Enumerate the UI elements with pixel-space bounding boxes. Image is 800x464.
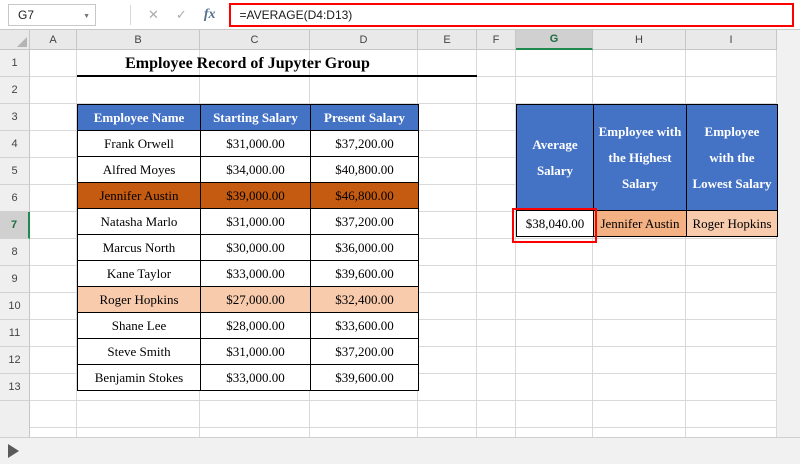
table-row-highlight-lowest: Roger Hopkins $27,000.00 $32,400.00	[77, 286, 419, 313]
cell-starting[interactable]: $31,000.00	[200, 208, 311, 235]
column-header-F[interactable]: F	[477, 30, 516, 50]
title-underline	[77, 75, 477, 77]
cell-starting[interactable]: $33,000.00	[200, 260, 311, 287]
cell-starting[interactable]: $34,000.00	[200, 156, 311, 183]
summary-table: Average Salary Employee with the Highest…	[516, 104, 778, 237]
formula-bar: G7 ▼ ✕ ✓ fx =AVERAGE(D4:D13)	[0, 0, 800, 30]
cell-present[interactable]: $32,400.00	[310, 286, 419, 313]
row-header-13[interactable]: 13	[0, 374, 30, 401]
cell-starting[interactable]: $31,000.00	[200, 338, 311, 365]
row-header-12[interactable]: 12	[0, 347, 30, 374]
name-box-value: G7	[18, 7, 35, 22]
header-lowest-employee[interactable]: Employee with the Lowest Salary	[686, 104, 778, 211]
cell-starting[interactable]: $28,000.00	[200, 312, 311, 339]
row-header-8[interactable]: 8	[0, 239, 30, 266]
column-header-G-selected[interactable]: G	[516, 30, 593, 50]
cell-average-salary-G7[interactable]: $38,040.00	[516, 210, 594, 237]
summary-header-row: Average Salary Employee with the Highest…	[516, 104, 778, 211]
row-header-3[interactable]: 3	[0, 104, 30, 131]
cell-name[interactable]: Steve Smith	[77, 338, 201, 365]
column-header-B[interactable]: B	[77, 30, 200, 50]
column-header-C[interactable]: C	[200, 30, 310, 50]
cell-name[interactable]: Shane Lee	[77, 312, 201, 339]
cell-name[interactable]: Natasha Marlo	[77, 208, 201, 235]
cell-starting[interactable]: $27,000.00	[200, 286, 311, 313]
cell-present[interactable]: $37,200.00	[310, 130, 419, 157]
column-header-A[interactable]: A	[30, 30, 77, 50]
cell-name[interactable]: Roger Hopkins	[77, 286, 201, 313]
row-header-7-selected[interactable]: 7	[0, 212, 30, 239]
cell-present[interactable]: $37,200.00	[310, 338, 419, 365]
cell-lowest-employee[interactable]: Roger Hopkins	[686, 210, 778, 237]
employee-table: Employee Name Starting Salary Present Sa…	[77, 104, 419, 391]
cell-name[interactable]: Jennifer Austin	[77, 182, 201, 209]
column-header-D[interactable]: D	[310, 30, 418, 50]
cell-present[interactable]: $37,200.00	[310, 208, 419, 235]
row-header-10[interactable]: 10	[0, 293, 30, 320]
cell-name[interactable]: Benjamin Stokes	[77, 364, 201, 391]
cell-name[interactable]: Kane Taylor	[77, 260, 201, 287]
table-row: Kane Taylor $33,000.00 $39,600.00	[77, 260, 419, 287]
name-box[interactable]: G7 ▼	[8, 3, 96, 26]
select-all-corner[interactable]	[0, 30, 30, 50]
column-header-I[interactable]: I	[686, 30, 777, 50]
sheet-tab-scroll-icon[interactable]	[8, 444, 19, 458]
table-row: Marcus North $30,000.00 $36,000.00	[77, 234, 419, 261]
excel-window: G7 ▼ ✕ ✓ fx =AVERAGE(D4:D13) A B C D E F…	[0, 0, 800, 464]
cell-present[interactable]: $39,600.00	[310, 364, 419, 391]
row-header-11[interactable]: 11	[0, 320, 30, 347]
row-header-filler	[0, 401, 30, 437]
cell-highest-employee[interactable]: Jennifer Austin	[593, 210, 687, 237]
row-header-9[interactable]: 9	[0, 266, 30, 293]
cell-present[interactable]: $33,600.00	[310, 312, 419, 339]
table-row-highlight-highest: Jennifer Austin $39,000.00 $46,800.00	[77, 182, 419, 209]
table-row: Shane Lee $28,000.00 $33,600.00	[77, 312, 419, 339]
header-average-salary[interactable]: Average Salary	[516, 104, 594, 211]
cell-name[interactable]: Alfred Moyes	[77, 156, 201, 183]
column-header-E[interactable]: E	[418, 30, 477, 50]
formula-bar-separator	[130, 4, 131, 25]
cancel-icon[interactable]: ✕	[148, 8, 159, 21]
cell-present[interactable]: $46,800.00	[310, 182, 419, 209]
summary-value-row: $38,040.00 Jennifer Austin Roger Hopkins	[516, 210, 778, 237]
sheet-title[interactable]: Employee Record of Jupyter Group	[77, 51, 418, 76]
row-headers: 1 2 3 4 5 6 7 8 9 10 11 12 13	[0, 50, 30, 437]
column-header-H[interactable]: H	[593, 30, 686, 50]
cell-present[interactable]: $39,600.00	[310, 260, 419, 287]
header-present-salary[interactable]: Present Salary	[310, 104, 419, 131]
column-headers: A B C D E F G H I	[0, 30, 777, 50]
enter-icon[interactable]: ✓	[176, 8, 187, 21]
cell-name[interactable]: Marcus North	[77, 234, 201, 261]
row-header-2[interactable]: 2	[0, 77, 30, 104]
cell-starting[interactable]: $30,000.00	[200, 234, 311, 261]
row-header-1[interactable]: 1	[0, 50, 30, 77]
employee-table-header-row: Employee Name Starting Salary Present Sa…	[77, 104, 419, 131]
cell-present[interactable]: $40,800.00	[310, 156, 419, 183]
cell-name[interactable]: Frank Orwell	[77, 130, 201, 157]
row-header-4[interactable]: 4	[0, 131, 30, 158]
row-header-6[interactable]: 6	[0, 185, 30, 212]
row-header-5[interactable]: 5	[0, 158, 30, 185]
table-row: Benjamin Stokes $33,000.00 $39,600.00	[77, 364, 419, 391]
header-employee-name[interactable]: Employee Name	[77, 104, 201, 131]
table-row: Steve Smith $31,000.00 $37,200.00	[77, 338, 419, 365]
insert-function-icon[interactable]: fx	[204, 7, 216, 22]
table-row: Natasha Marlo $31,000.00 $37,200.00	[77, 208, 419, 235]
name-box-dropdown-icon[interactable]: ▼	[83, 13, 90, 20]
cell-starting[interactable]: $31,000.00	[200, 130, 311, 157]
header-starting-salary[interactable]: Starting Salary	[200, 104, 311, 131]
table-row: Alfred Moyes $34,000.00 $40,800.00	[77, 156, 419, 183]
header-highest-employee[interactable]: Employee with the Highest Salary	[593, 104, 687, 211]
cell-starting[interactable]: $33,000.00	[200, 364, 311, 391]
cell-starting[interactable]: $39,000.00	[200, 182, 311, 209]
bottom-strip	[0, 437, 800, 464]
cell-present[interactable]: $36,000.00	[310, 234, 419, 261]
table-row: Frank Orwell $31,000.00 $37,200.00	[77, 130, 419, 157]
formula-input[interactable]: =AVERAGE(D4:D13)	[229, 2, 794, 27]
